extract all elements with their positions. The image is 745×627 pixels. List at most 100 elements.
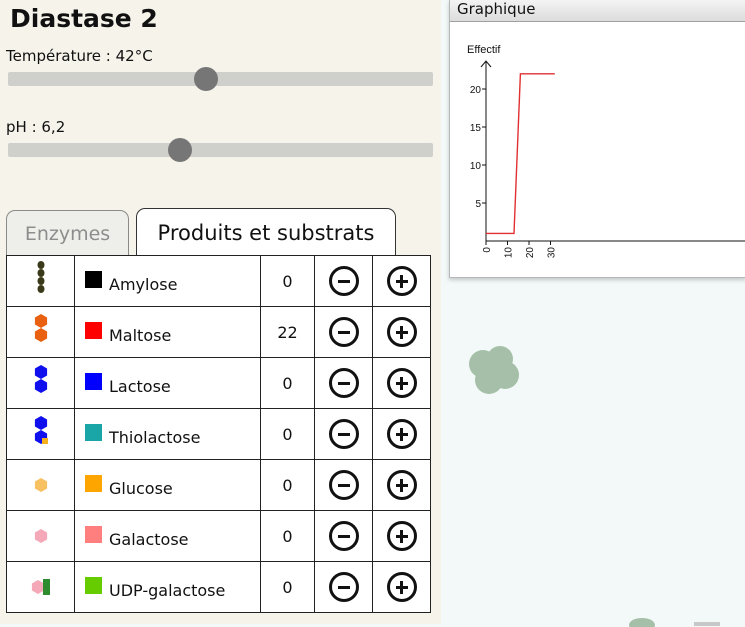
decrease-button[interactable] bbox=[328, 572, 359, 602]
molecule-count: 0 bbox=[260, 357, 315, 409]
molecule-count: 0 bbox=[260, 561, 315, 613]
molecule-name: Galactose bbox=[109, 530, 189, 549]
x-tick-label: 0 bbox=[482, 247, 493, 253]
molecule-icon-cell bbox=[6, 255, 75, 307]
plus-bar bbox=[400, 326, 403, 339]
increase-button[interactable] bbox=[386, 470, 417, 500]
molecule-name-cell: Glucose bbox=[74, 459, 261, 511]
minus-bar bbox=[337, 433, 350, 436]
increase-button[interactable] bbox=[386, 572, 417, 602]
increase-button[interactable] bbox=[386, 266, 417, 296]
temperature-slider-thumb[interactable] bbox=[193, 67, 218, 91]
molecule-name: UDP-galactose bbox=[109, 581, 226, 600]
graph-title: Graphique bbox=[457, 0, 536, 18]
molecule-count: 0 bbox=[260, 408, 315, 460]
plus-bar bbox=[400, 530, 403, 543]
decrease-button[interactable] bbox=[328, 419, 359, 449]
table-row: Amylose 0 bbox=[6, 255, 431, 307]
temperature-label: Température : 42°C bbox=[6, 47, 153, 65]
molecule-name-cell: Galactose bbox=[74, 510, 261, 562]
graph-window[interactable]: Graphique Effectif 5 10 15 20 0 10 20 30 bbox=[449, 0, 745, 278]
molecule-table: Amylose 0 Maltose 22 Lactose 0 Thiolactose 0 Glu… bbox=[6, 255, 431, 613]
molecule-name-cell: Amylose bbox=[74, 255, 261, 307]
minus-bar bbox=[337, 484, 350, 487]
increase-button[interactable] bbox=[386, 368, 417, 398]
decrease-button[interactable] bbox=[328, 266, 359, 296]
table-row: Glucose 0 bbox=[6, 459, 431, 511]
y-tick-label: 5 bbox=[475, 199, 481, 210]
control-panel: Diastase 2 Température : 42°C pH : 6,2 E… bbox=[0, 0, 441, 624]
color-swatch bbox=[85, 526, 102, 543]
molecule-name-cell: Lactose bbox=[74, 357, 261, 409]
molecule-name-cell: Thiolactose bbox=[74, 408, 261, 460]
molecule-count: 22 bbox=[260, 306, 315, 358]
molecule-count: 0 bbox=[260, 255, 315, 307]
hexagon-icon bbox=[34, 529, 47, 543]
graph-titlebar[interactable]: Graphique bbox=[450, 0, 745, 22]
decrease-cell bbox=[314, 306, 373, 358]
y-tick-label: 15 bbox=[470, 123, 482, 134]
molecule-name: Thiolactose bbox=[109, 428, 201, 447]
color-swatch bbox=[85, 373, 102, 390]
decrease-button[interactable] bbox=[328, 368, 359, 398]
molecule-icon-cell bbox=[6, 357, 75, 409]
increase-cell bbox=[372, 561, 431, 613]
color-swatch bbox=[85, 424, 102, 441]
increase-button[interactable] bbox=[386, 317, 417, 347]
decrease-cell bbox=[314, 459, 373, 511]
plus-bar bbox=[400, 428, 403, 441]
chain-icon bbox=[37, 261, 44, 293]
molecule-legend: Lactose bbox=[75, 358, 260, 408]
increase-button[interactable] bbox=[386, 521, 417, 551]
increase-cell bbox=[372, 510, 431, 562]
molecule-name: Glucose bbox=[109, 479, 173, 498]
plus-bar bbox=[400, 275, 403, 288]
decrease-cell bbox=[314, 408, 373, 460]
tab-products-substrates-label: Produits et substrats bbox=[157, 220, 375, 245]
tab-enzymes[interactable]: Enzymes bbox=[6, 210, 129, 256]
decrease-button[interactable] bbox=[328, 470, 359, 500]
molecule-icon-cell bbox=[6, 459, 75, 511]
ph-slider-thumb[interactable] bbox=[168, 138, 193, 162]
table-row: Maltose 22 bbox=[6, 306, 431, 358]
tab-enzymes-label: Enzymes bbox=[24, 222, 111, 245]
plus-bar bbox=[400, 479, 403, 492]
minus-bar bbox=[337, 331, 350, 334]
ph-slider[interactable] bbox=[8, 138, 433, 162]
x-tick-label: 10 bbox=[504, 247, 515, 259]
decrease-cell bbox=[314, 561, 373, 613]
hexagon-icon bbox=[34, 478, 47, 492]
molecule-name-cell: Maltose bbox=[74, 306, 261, 358]
increase-cell bbox=[372, 357, 431, 409]
plus-bar bbox=[400, 581, 403, 594]
hexagon-pair-icon bbox=[34, 365, 47, 393]
increase-button[interactable] bbox=[386, 419, 417, 449]
molecule-legend: Galactose bbox=[75, 511, 260, 561]
color-swatch bbox=[85, 322, 102, 339]
y-axis-label: Effectif bbox=[467, 44, 501, 56]
temperature-slider[interactable] bbox=[8, 67, 433, 91]
hexagon-udp-icon bbox=[31, 579, 50, 595]
decrease-button[interactable] bbox=[328, 317, 359, 347]
table-row: Lactose 0 bbox=[6, 357, 431, 409]
decrease-button[interactable] bbox=[328, 521, 359, 551]
increase-cell bbox=[372, 306, 431, 358]
color-swatch bbox=[85, 475, 102, 492]
molecule-legend: UDP-galactose bbox=[75, 562, 260, 612]
molecule-count: 0 bbox=[260, 510, 315, 562]
series-line bbox=[486, 73, 555, 235]
increase-cell bbox=[372, 459, 431, 511]
molecule-legend: Thiolactose bbox=[75, 409, 260, 459]
molecule-cluster bbox=[629, 618, 655, 627]
molecule-legend: Glucose bbox=[75, 460, 260, 510]
molecule-cluster bbox=[469, 346, 519, 394]
minus-bar bbox=[337, 280, 350, 283]
molecule-count: 0 bbox=[260, 459, 315, 511]
ph-label: pH : 6,2 bbox=[6, 118, 66, 136]
molecule-icon-cell bbox=[6, 408, 75, 460]
table-row: Thiolactose 0 bbox=[6, 408, 431, 460]
y-tick-label: 10 bbox=[470, 161, 482, 172]
tab-products-substrates[interactable]: Produits et substrats bbox=[136, 208, 396, 256]
decrease-cell bbox=[314, 510, 373, 562]
minus-bar bbox=[337, 586, 350, 589]
